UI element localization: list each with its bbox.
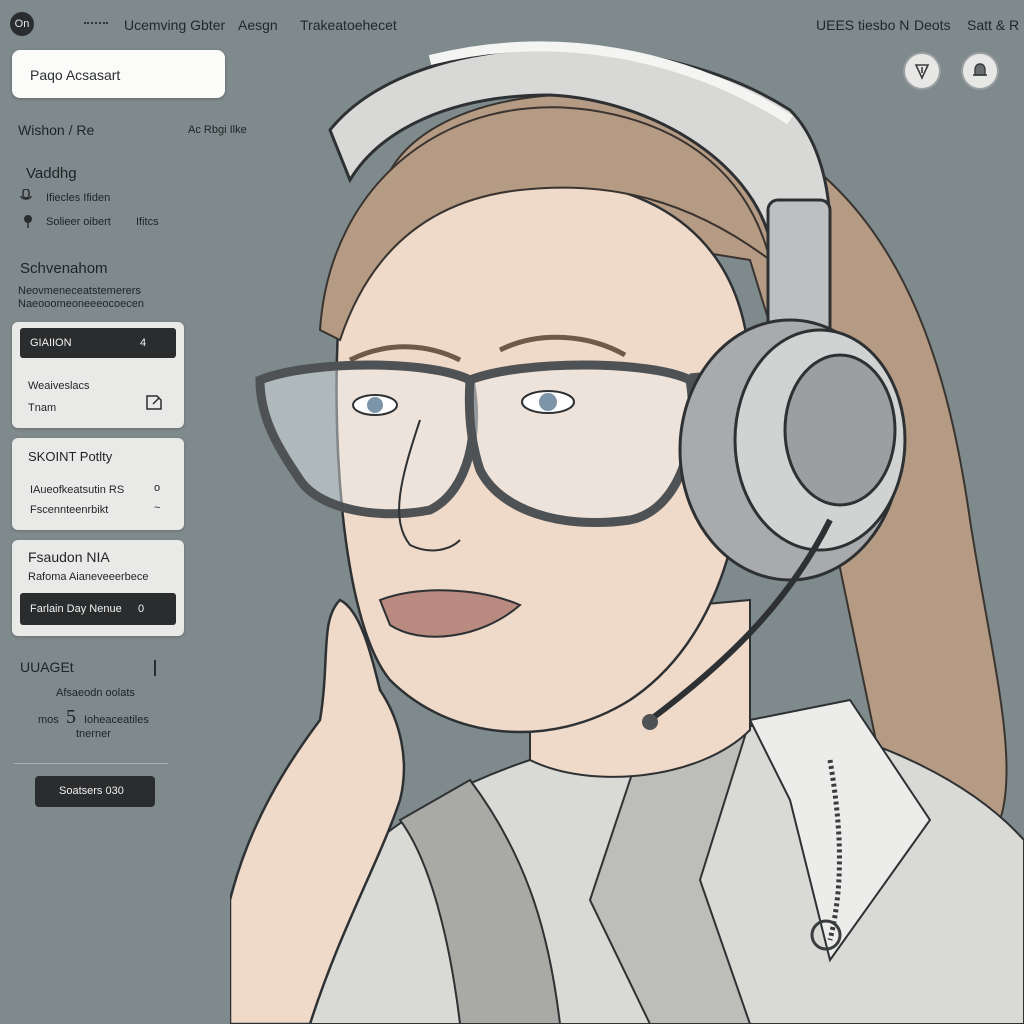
card3-bar[interactable]: Farlain Day Nenue 0	[20, 593, 176, 625]
section1-item2-right[interactable]: Ifitcs	[136, 216, 159, 228]
pen-tip-icon	[914, 64, 930, 80]
card2-line2-right[interactable]: ~	[154, 502, 160, 514]
microphone-icon	[20, 189, 32, 200]
section-title-schvenahom: Schvenahom	[20, 260, 108, 277]
usage-line3: tnerner	[76, 728, 111, 740]
usage-title: UUAGEt	[20, 659, 74, 675]
section2-desc-line1: Neovmeneceatstemerers	[18, 285, 141, 297]
bell-icon	[973, 63, 987, 76]
sidebar-heading: Wishon / Re	[18, 122, 95, 138]
search-box[interactable]: Paqo Acsasart	[12, 50, 225, 98]
usage-line1: Afsaeodn oolats	[56, 687, 135, 699]
card1-line1: Weaiveslacs	[28, 380, 90, 392]
app-logo[interactable]: On	[10, 12, 34, 36]
card3-bar-label: Farlain Day Nenue	[30, 603, 122, 615]
gialion-bar-label: GIAIION	[30, 337, 72, 349]
card-gialion: GIAIION 4 Weaiveslacs Tnam	[12, 322, 184, 428]
card-fsaudon: Fsaudon NIA Rafoma Aianeveeerbece Farlai…	[12, 540, 184, 636]
usage-line2-left: mos	[38, 714, 59, 726]
section-title-vaddhg: Vaddhg	[26, 165, 77, 182]
card2-title: SKOINT Potlty	[28, 449, 113, 464]
nav-right-link[interactable]: UEES tiesbo N	[816, 17, 909, 33]
usage-divider-mark	[154, 660, 156, 676]
section1-item1[interactable]: Ifiecles Ifiden	[46, 192, 110, 204]
card2-line1-right[interactable]: o	[154, 482, 160, 494]
sidebar-heading-right[interactable]: Ac Rbgi Ilke	[188, 124, 247, 136]
edit-icon[interactable]	[144, 392, 164, 412]
search-text: Paqo Acsasart	[30, 67, 121, 83]
section2-desc-line2: Naeooomeoneeeocoecen	[18, 298, 144, 310]
nav-right-link-3[interactable]: Satt & R	[967, 17, 1019, 33]
gialion-bar[interactable]: GIAIION 4	[20, 328, 176, 358]
card2-line2[interactable]: Fscennteenrbikt	[30, 504, 108, 516]
portrait-illustration	[230, 41, 1024, 1024]
card-skoint: SKOINT Potlty IAueofkeatsutin RS o Fscen…	[12, 438, 184, 530]
top-bar: On Ucemving Gbter Aesgn Trakeatoehecet U…	[0, 0, 1024, 46]
sidebar-divider	[14, 763, 168, 764]
bottom-button[interactable]: Soatsers 030	[35, 776, 155, 807]
gialion-bar-right: 4	[140, 337, 147, 349]
card3-line1: Rafoma Aianeveeerbece	[28, 571, 149, 583]
section1-item2[interactable]: Solieer oibert	[46, 216, 111, 228]
pin-icon	[24, 215, 32, 228]
nav-right-link-2[interactable]: Deots	[914, 17, 951, 33]
card3-title: Fsaudon NIA	[28, 549, 110, 565]
bottom-button-label: Soatsers 030	[59, 785, 124, 797]
usage-line2-num: 5	[66, 706, 76, 728]
nav-item-2[interactable]: Aesgn	[238, 17, 278, 33]
card3-bar-right: 0	[138, 603, 145, 615]
nav-item-3[interactable]: Trakeatoehecet	[300, 17, 397, 33]
usage-line2-right: Ioheaceatiles	[84, 714, 149, 726]
card1-line2: Tnam	[28, 402, 57, 414]
nav-item-1[interactable]: Ucemving Gbter	[124, 17, 225, 33]
card2-line1[interactable]: IAueofkeatsutin RS	[30, 484, 124, 496]
bell-button[interactable]	[961, 52, 999, 90]
pen-tip-button[interactable]	[903, 52, 941, 90]
menu-dots-icon[interactable]	[84, 22, 108, 28]
